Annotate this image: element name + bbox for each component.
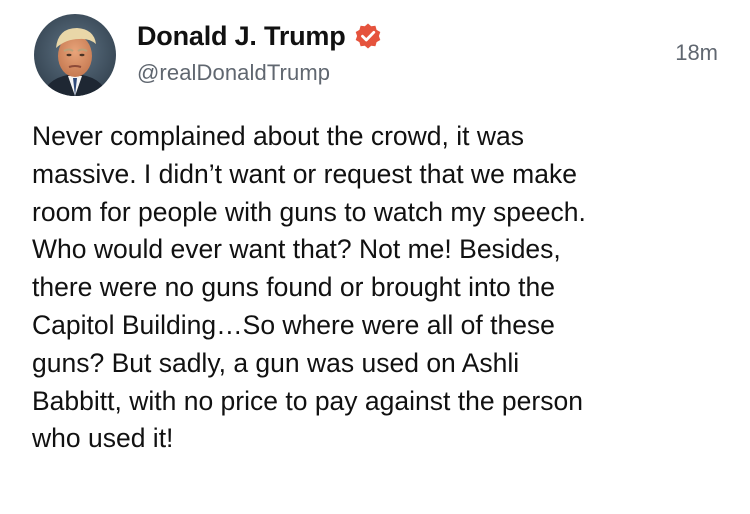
post-body-text: Never complained about the crowd, it was… xyxy=(32,121,586,454)
post-card: Donald J. Trump @realDonaldTrump 18m Nev… xyxy=(0,0,750,514)
post-timestamp[interactable]: 18m xyxy=(675,40,718,66)
author-name-row: Donald J. Trump xyxy=(137,16,383,56)
author-handle[interactable]: @realDonaldTrump xyxy=(137,60,330,86)
verified-badge-icon xyxy=(353,21,383,51)
avatar[interactable] xyxy=(34,14,116,96)
author-display-name[interactable]: Donald J. Trump xyxy=(137,21,346,52)
